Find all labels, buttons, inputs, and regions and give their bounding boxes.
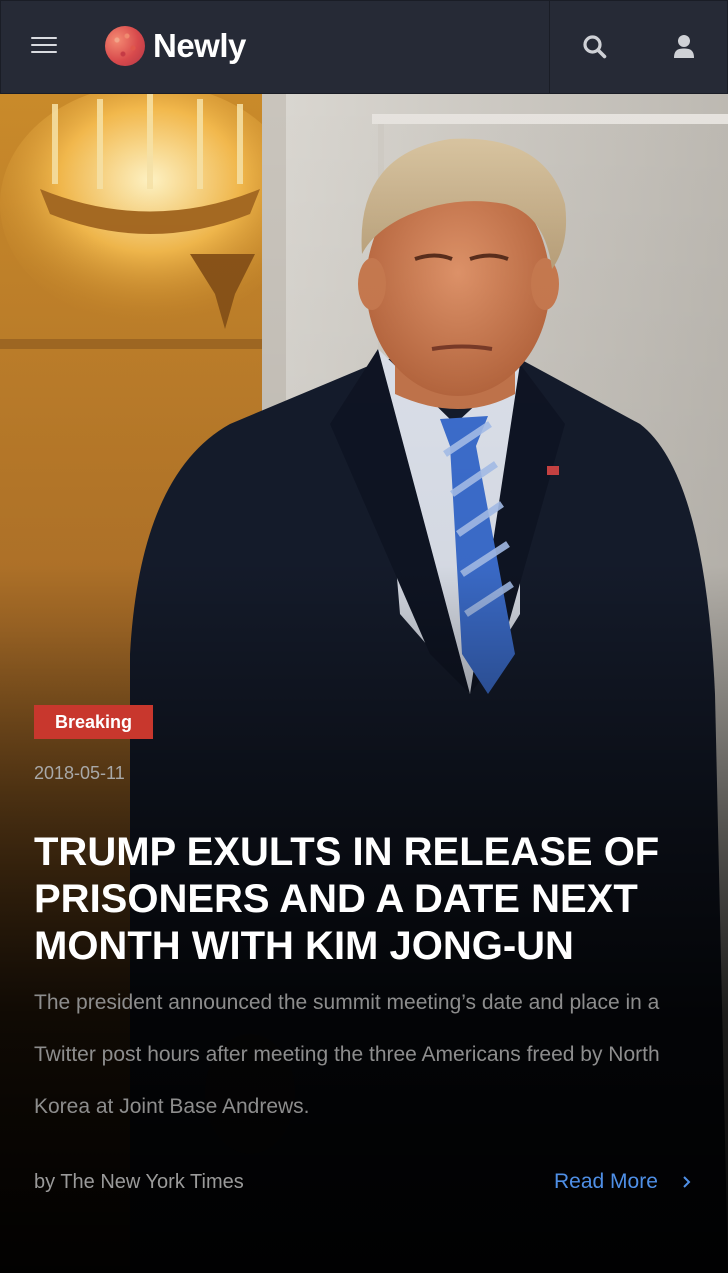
globe-logo-icon bbox=[105, 26, 145, 66]
header-divider bbox=[549, 1, 550, 95]
brand-logo[interactable]: Newly bbox=[105, 23, 246, 69]
read-more-label: Read More bbox=[554, 1170, 658, 1193]
read-more-link[interactable]: Read More bbox=[554, 1170, 694, 1194]
article-summary: The president announced the summit meeti… bbox=[34, 991, 660, 1118]
brand-name: Newly bbox=[153, 27, 246, 64]
user-icon[interactable] bbox=[671, 33, 697, 61]
search-icon[interactable] bbox=[581, 33, 609, 61]
article-date: 2018-05-11 bbox=[34, 763, 125, 783]
article-byline: by The New York Times bbox=[34, 1171, 244, 1193]
category-badge[interactable]: Breaking bbox=[34, 705, 154, 739]
featured-article[interactable]: Breaking 2018-05-11 TRUMP EXULTS IN RELE… bbox=[0, 94, 728, 1273]
article-headline[interactable]: TRUMP EXULTS IN RELEASE OF PRISONERS AND… bbox=[34, 829, 694, 970]
top-nav-bar: Newly bbox=[0, 0, 728, 95]
chevron-right-icon bbox=[683, 1176, 691, 1188]
hamburger-menu-icon[interactable] bbox=[31, 35, 57, 55]
